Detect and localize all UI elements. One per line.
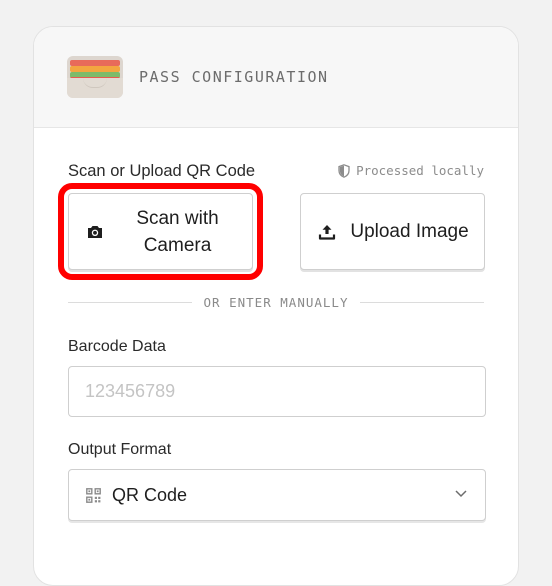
output-format-label: Output Format — [68, 441, 172, 458]
page-title: PASS CONFIGURATION — [139, 68, 329, 86]
manual-entry-divider: OR ENTER MANUALLY — [68, 295, 484, 310]
processed-locally-note: Processed locally — [338, 163, 484, 178]
output-format-value: QR Code — [112, 484, 188, 505]
camera-icon — [88, 226, 102, 238]
shield-icon — [338, 163, 350, 178]
divider-text: OR ENTER MANUALLY — [203, 295, 349, 310]
wallet-icon — [67, 56, 123, 98]
processed-locally-text: Processed locally — [356, 163, 484, 178]
qr-code-icon — [86, 488, 101, 503]
chevron-down-icon — [455, 490, 467, 498]
upload-icon — [318, 225, 336, 240]
barcode-data-label: Barcode Data — [68, 338, 166, 355]
barcode-data-input[interactable] — [68, 366, 486, 417]
output-format-select[interactable]: QR Code — [68, 469, 486, 521]
scan-button-label: Scan with Camera — [136, 207, 219, 256]
divider-line-left — [68, 302, 192, 303]
scan-with-camera-button[interactable]: Scan with Camera — [58, 183, 263, 280]
pass-config-card: PASS CONFIGURATION Scan or Upload QR Cod… — [33, 26, 519, 586]
upload-button-label: Upload Image — [350, 221, 469, 242]
scan-section-label: Scan or Upload QR Code — [68, 162, 256, 180]
divider-line-right — [360, 302, 484, 303]
upload-image-button[interactable]: Upload Image — [300, 193, 485, 270]
card-header: PASS CONFIGURATION — [34, 27, 518, 128]
